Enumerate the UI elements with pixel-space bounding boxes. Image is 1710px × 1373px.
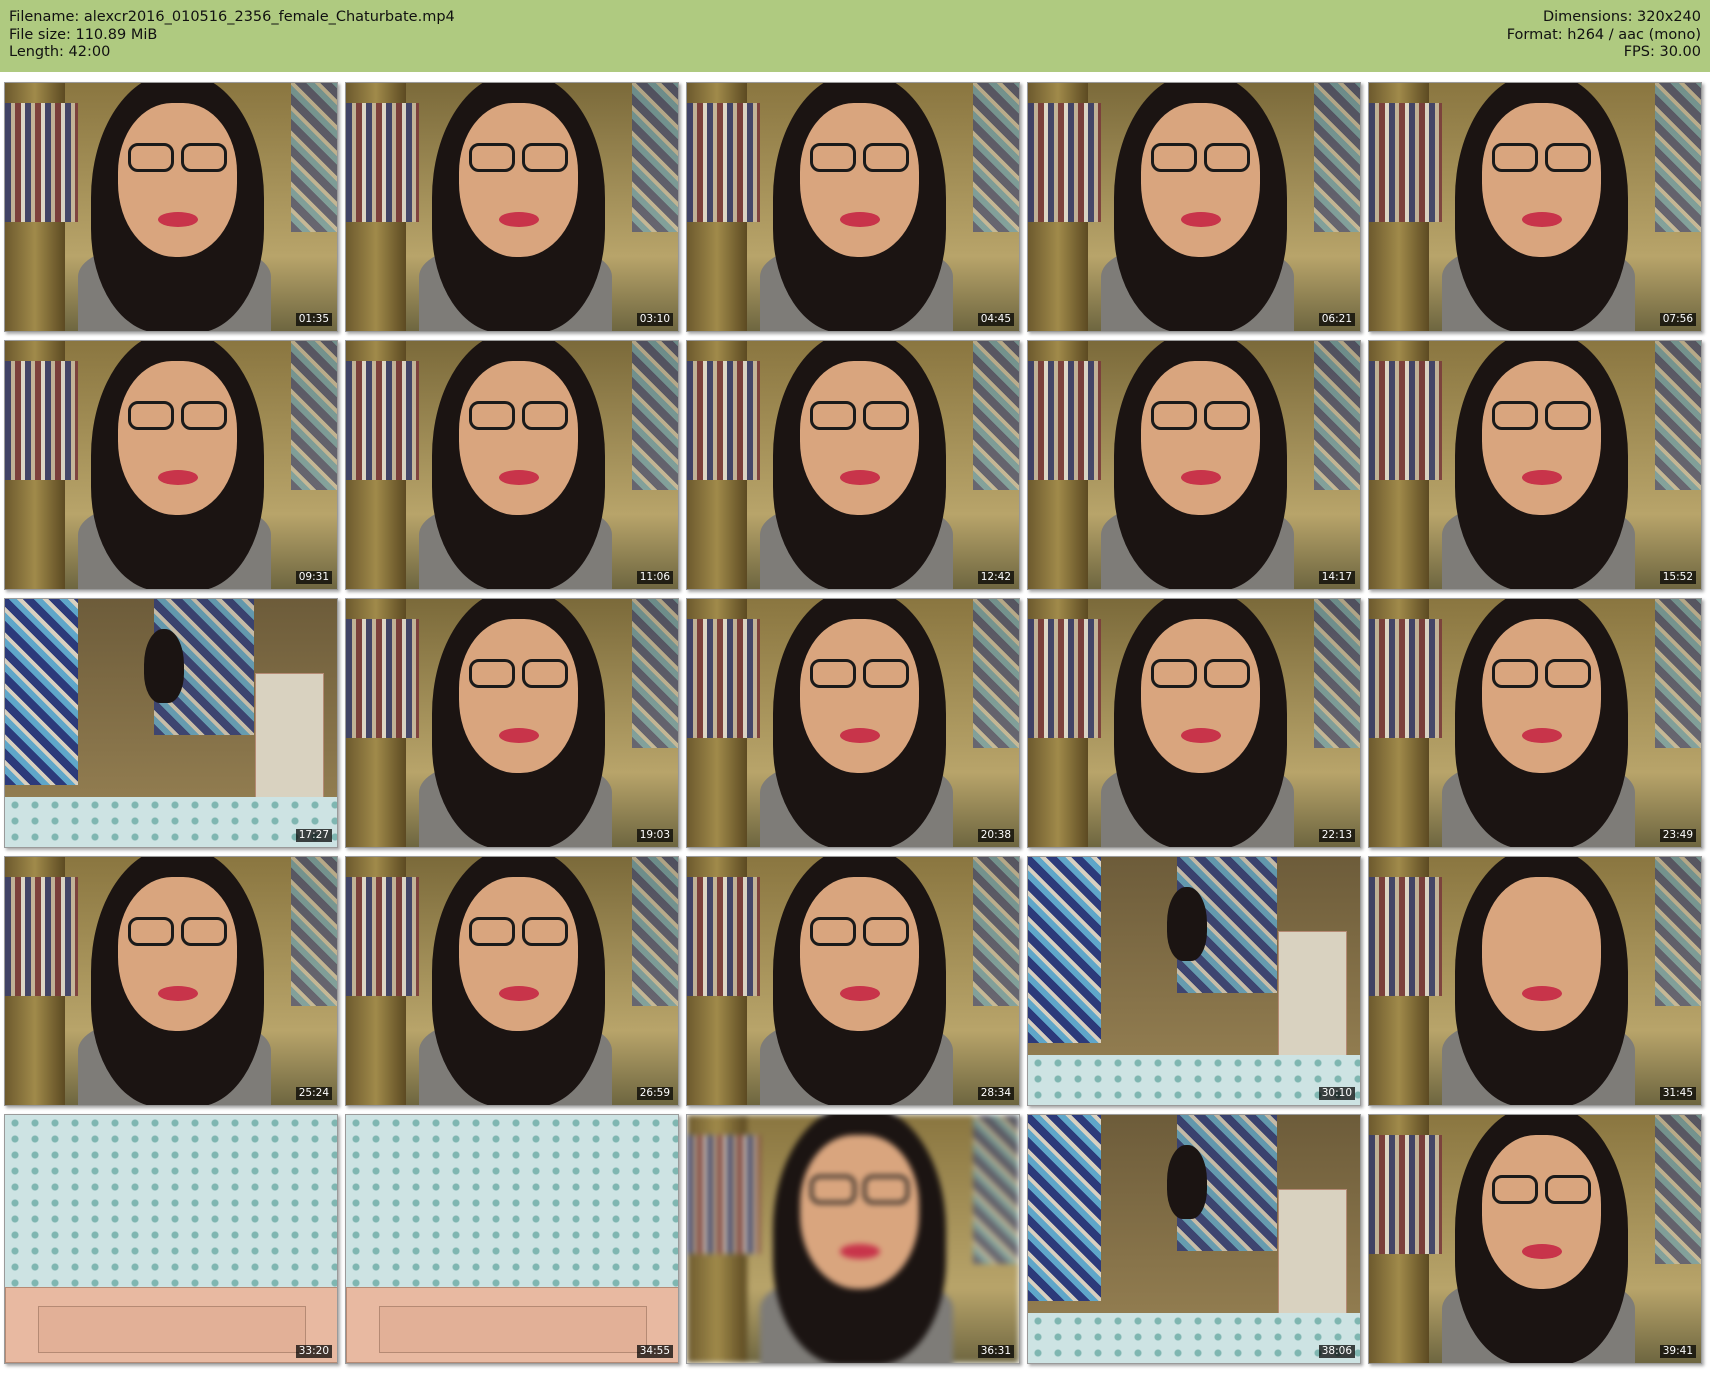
video-thumbnail: 39:41: [1368, 1114, 1702, 1364]
thumbnail-frame: [1028, 341, 1360, 589]
thumbnail-frame: [346, 341, 678, 589]
length-text: Length: 42:00: [9, 44, 111, 60]
timestamp-label: 09:31: [295, 571, 332, 584]
video-thumbnail: 06:21: [1027, 82, 1361, 332]
video-thumbnail: 07:56: [1368, 82, 1702, 332]
thumbnail-frame: [1028, 599, 1360, 847]
thumbnail-frame: [346, 857, 678, 1105]
thumbnail-frame: [5, 857, 337, 1105]
fps-text: FPS: 30.00: [1623, 44, 1701, 60]
video-thumbnail: 17:27: [4, 598, 338, 848]
video-thumbnail: 01:35: [4, 82, 338, 332]
video-thumbnail: 14:17: [1027, 340, 1361, 590]
thumbnail-frame: [346, 1115, 678, 1363]
timestamp-label: 12:42: [977, 571, 1014, 584]
thumbnail-frame: [346, 599, 678, 847]
thumbnail-frame: [1028, 857, 1360, 1105]
video-thumbnail: 26:59: [345, 856, 679, 1106]
timestamp-label: 26:59: [636, 1087, 673, 1100]
video-thumbnail: 11:06: [345, 340, 679, 590]
thumbnail-frame: [1369, 1115, 1701, 1363]
timestamp-label: 17:27: [295, 829, 332, 842]
video-thumbnail: 38:06: [1027, 1114, 1361, 1364]
thumbnail-frame: [5, 1115, 337, 1363]
thumbnail-frame: [687, 857, 1019, 1105]
video-thumbnail: 34:55: [345, 1114, 679, 1364]
video-thumbnail: 25:24: [4, 856, 338, 1106]
thumbnail-frame: [1369, 857, 1701, 1105]
thumbnail-frame: [5, 599, 337, 847]
thumbnail-frame: [687, 83, 1019, 331]
filename-text: Filename: alexcr2016_010516_2356_female_…: [9, 9, 455, 25]
video-thumbnail: 19:03: [345, 598, 679, 848]
video-thumbnail: 23:49: [1368, 598, 1702, 848]
thumbnail-frame: [1369, 599, 1701, 847]
thumbnail-frame: [687, 341, 1019, 589]
thumbnail-frame: [1369, 83, 1701, 331]
timestamp-label: 34:55: [636, 1345, 673, 1358]
timestamp-label: 39:41: [1659, 1345, 1696, 1358]
timestamp-label: 25:24: [295, 1087, 332, 1100]
video-thumbnail: 09:31: [4, 340, 338, 590]
timestamp-label: 11:06: [636, 571, 673, 584]
timestamp-label: 01:35: [295, 313, 332, 326]
video-thumbnail: 31:45: [1368, 856, 1702, 1106]
timestamp-label: 33:20: [295, 1345, 332, 1358]
thumbnail-frame: [1369, 341, 1701, 589]
timestamp-label: 20:38: [977, 829, 1014, 842]
thumbnail-frame: [1028, 1115, 1360, 1363]
format-text: Format: h264 / aac (mono): [1506, 26, 1701, 43]
timestamp-label: 23:49: [1659, 829, 1696, 842]
timestamp-label: 07:56: [1659, 313, 1696, 326]
timestamp-label: 15:52: [1659, 571, 1696, 584]
file-info-right: Dimensions: 320x240 Format: h264 / aac (…: [1507, 9, 1701, 62]
timestamp-label: 36:31: [977, 1345, 1014, 1358]
video-thumbnail: 28:34: [686, 856, 1020, 1106]
thumbnail-frame: [346, 83, 678, 331]
video-thumbnail: 20:38: [686, 598, 1020, 848]
timestamp-label: 22:13: [1318, 829, 1355, 842]
timestamp-label: 04:45: [977, 313, 1014, 326]
timestamp-label: 31:45: [1659, 1087, 1696, 1100]
video-thumbnail: 12:42: [686, 340, 1020, 590]
file-info-header: Filename: alexcr2016_010516_2356_female_…: [0, 0, 1710, 72]
filesize-text: File size: 110.89 MiB: [9, 26, 158, 43]
video-thumbnail: 30:10: [1027, 856, 1361, 1106]
timestamp-label: 28:34: [977, 1087, 1014, 1100]
thumbnail-frame: [687, 599, 1019, 847]
dimensions-text: Dimensions: 320x240: [1542, 9, 1701, 25]
video-thumbnail: 36:31: [686, 1114, 1020, 1364]
video-thumbnail: 04:45: [686, 82, 1020, 332]
video-thumbnail: 15:52: [1368, 340, 1702, 590]
thumbnail-frame: [1028, 83, 1360, 331]
thumbnail-frame: [5, 83, 337, 331]
timestamp-label: 14:17: [1318, 571, 1355, 584]
timestamp-label: 06:21: [1318, 313, 1355, 326]
file-info-left: Filename: alexcr2016_010516_2356_female_…: [9, 9, 455, 62]
timestamp-label: 03:10: [636, 313, 673, 326]
thumbnail-frame: [687, 1115, 1019, 1363]
timestamp-label: 19:03: [636, 829, 673, 842]
video-thumbnail: 03:10: [345, 82, 679, 332]
video-thumbnail: 22:13: [1027, 598, 1361, 848]
timestamp-label: 38:06: [1318, 1345, 1355, 1358]
video-thumbnail: 33:20: [4, 1114, 338, 1364]
thumbnail-frame: [5, 341, 337, 589]
timestamp-label: 30:10: [1318, 1087, 1355, 1100]
